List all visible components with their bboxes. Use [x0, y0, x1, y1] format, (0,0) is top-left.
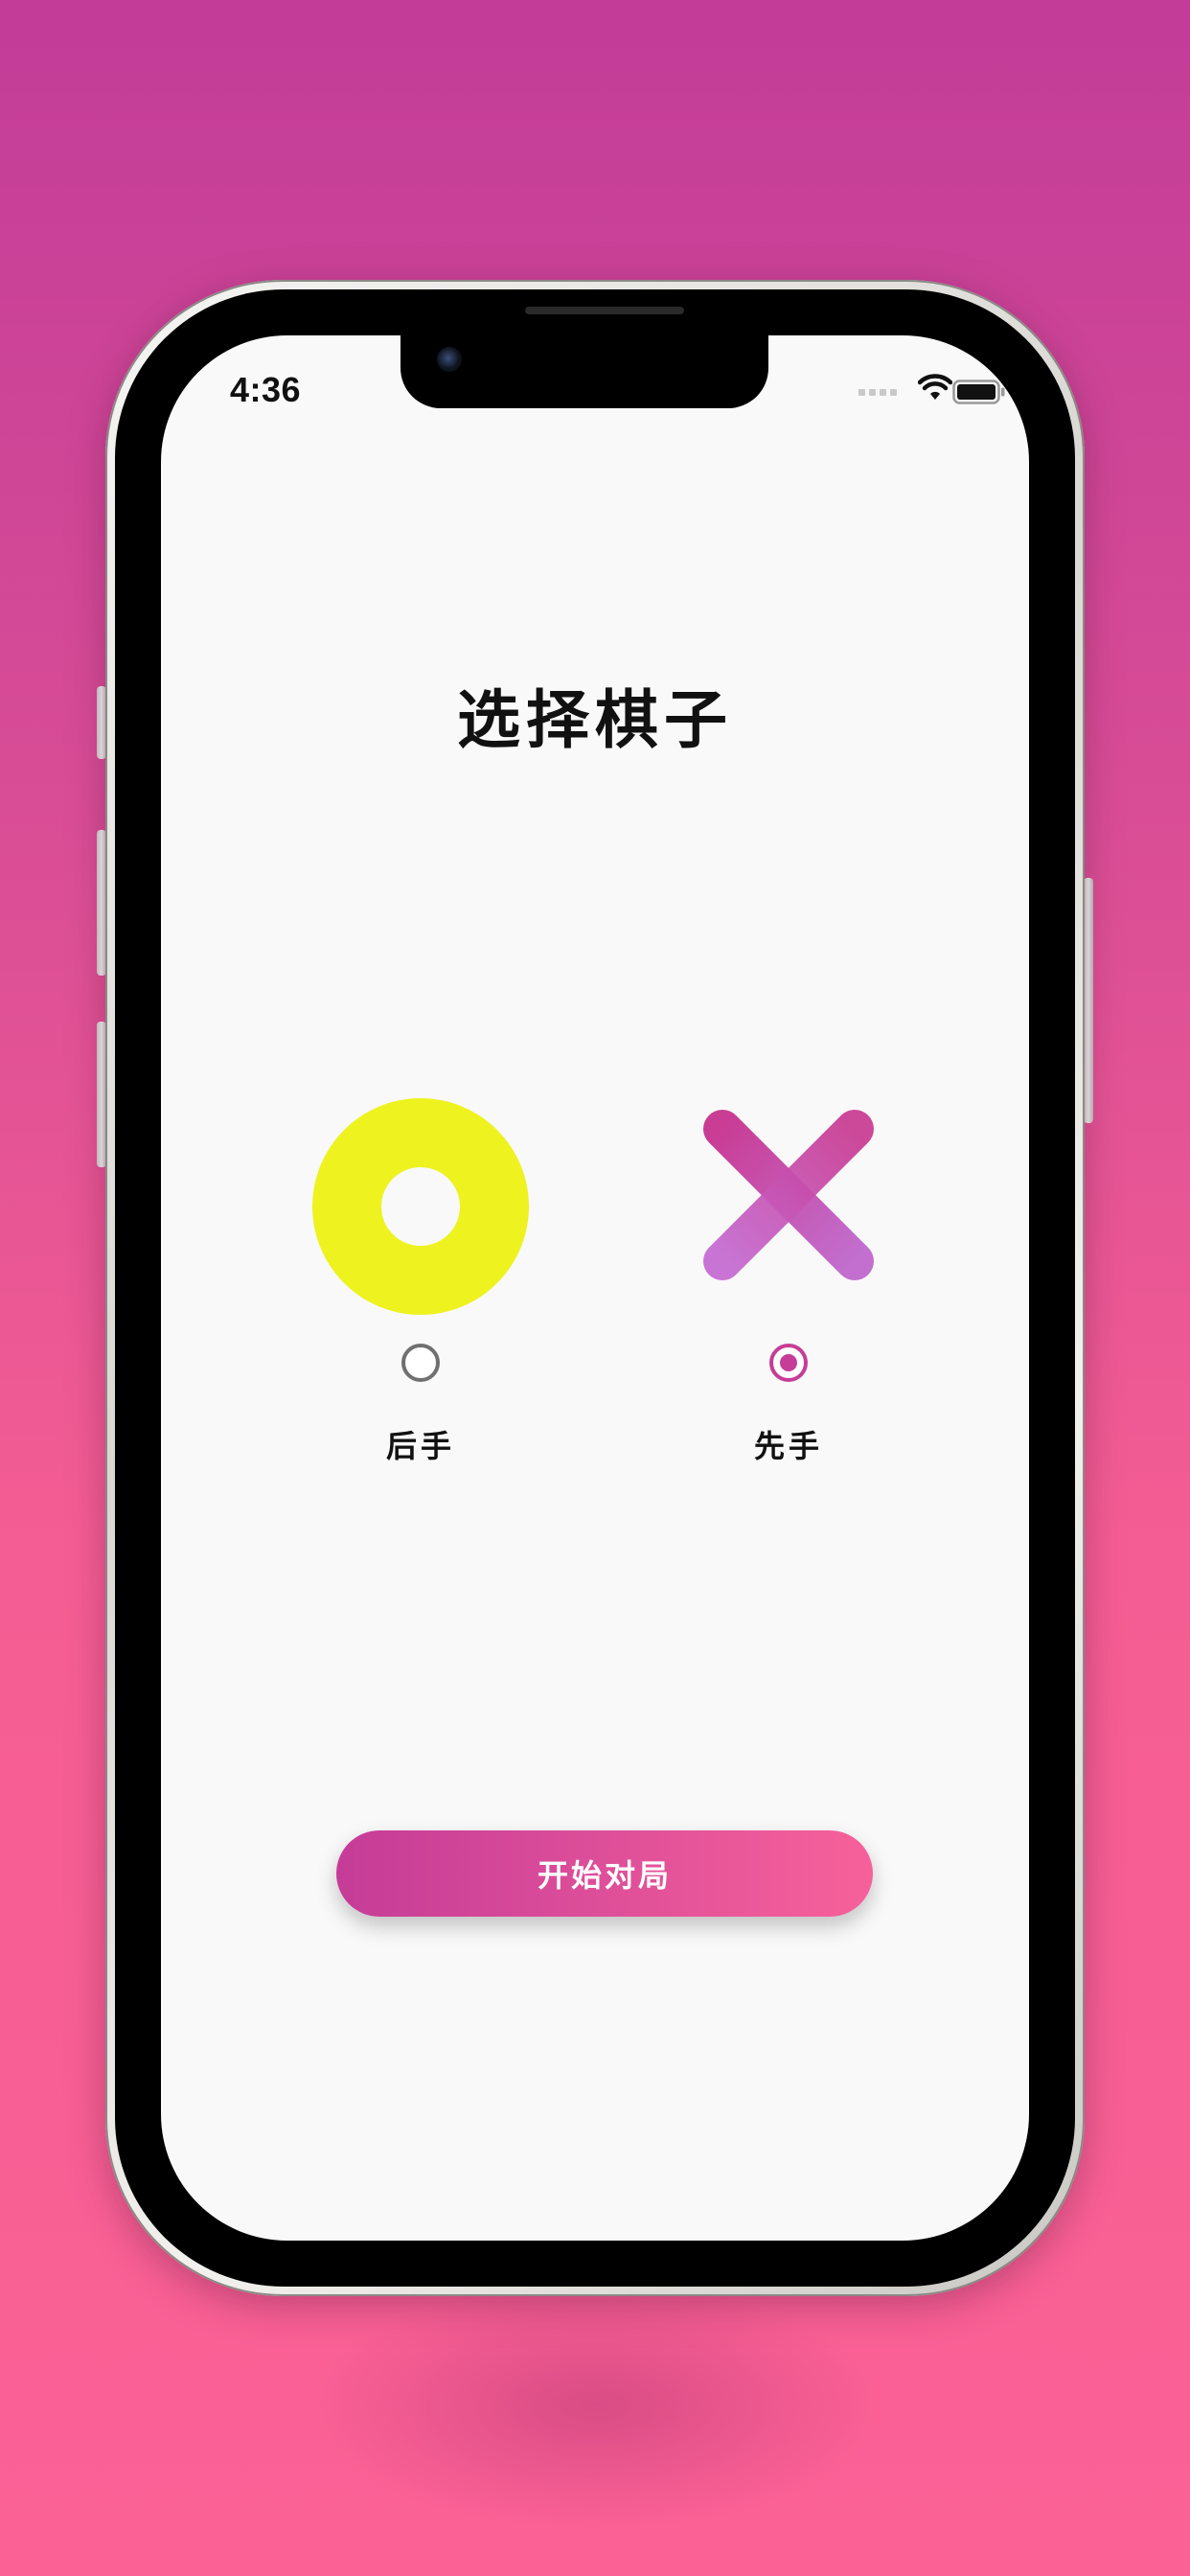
notch	[400, 335, 768, 408]
cellular-signal-icon	[858, 389, 897, 396]
start-game-button-label: 开始对局	[537, 1858, 672, 1893]
radio-selected-dot	[780, 1354, 797, 1371]
page-title: 选择棋子	[457, 683, 733, 757]
app-screen: 4:36 选择棋子 后手 先手 开始对局	[161, 335, 1029, 2241]
first-move-radio[interactable]	[769, 1344, 808, 1382]
background-glow	[308, 2281, 882, 2530]
second-move-label: 后手	[385, 1428, 455, 1464]
status-icons	[858, 374, 1029, 404]
x-piece-icon[interactable]	[703, 1110, 874, 1280]
wifi-icon	[918, 374, 952, 400]
phone-bezel: 4:36 选择棋子 后手 先手 开始对局	[115, 289, 1075, 2287]
speaker-grille	[525, 307, 684, 314]
first-move-label: 先手	[753, 1428, 823, 1464]
camera-icon	[437, 347, 462, 372]
power-button	[1084, 878, 1093, 1123]
start-game-button[interactable]: 开始对局	[336, 1830, 873, 1917]
status-time: 4:36	[230, 370, 302, 409]
o-piece-icon[interactable]	[312, 1098, 529, 1315]
battery-icon	[952, 380, 1005, 404]
second-move-radio[interactable]	[401, 1344, 440, 1382]
phone-frame: 4:36 选择棋子 后手 先手 开始对局	[105, 280, 1085, 2296]
